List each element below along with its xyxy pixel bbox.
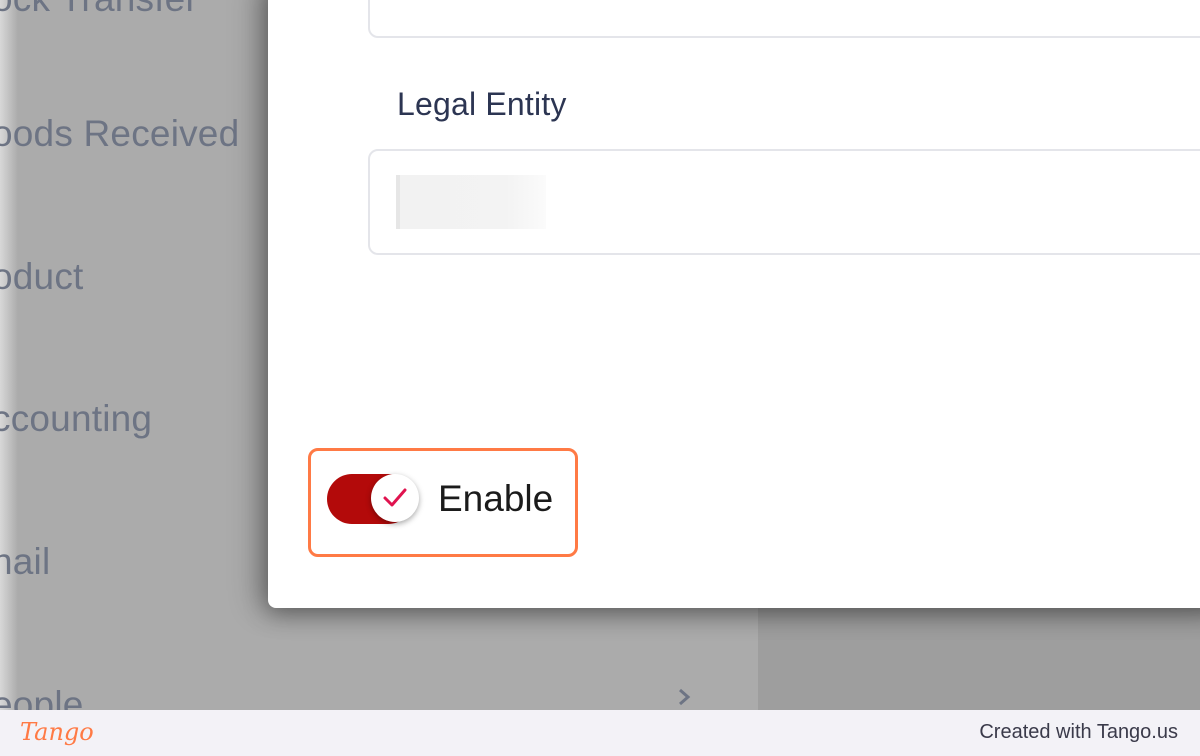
sidebar-item-stock-transfer[interactable]: ock Transfer (0, 0, 198, 20)
tango-logo: Tango (20, 718, 94, 746)
sidebar-item-goods-received[interactable]: oods Received (0, 113, 239, 155)
app-stage: ock Transfer oods Received oduct ccounti… (0, 0, 1200, 710)
check-icon (383, 488, 407, 507)
chevron-right-icon[interactable] (676, 688, 694, 706)
legal-entity-label: Legal Entity (397, 86, 567, 122)
footer-credit: Created with Tango.us (979, 721, 1178, 743)
footer: Tango Created with Tango.us (0, 710, 1200, 756)
enable-toggle-thumb[interactable] (371, 474, 419, 522)
legal-entity-value-redacted (396, 175, 546, 229)
enable-label[interactable]: Enable (438, 478, 553, 520)
sidebar-item-email[interactable]: nail (0, 541, 50, 583)
sidebar-item-product[interactable]: oduct (0, 256, 84, 298)
sidebar-item-accounting[interactable]: ccounting (0, 398, 152, 440)
sidebar-item-people[interactable]: eople (0, 684, 84, 710)
legal-entity-input[interactable] (368, 149, 1200, 255)
sidebar-edge (0, 0, 18, 710)
previous-field-input[interactable] (368, 0, 1200, 38)
